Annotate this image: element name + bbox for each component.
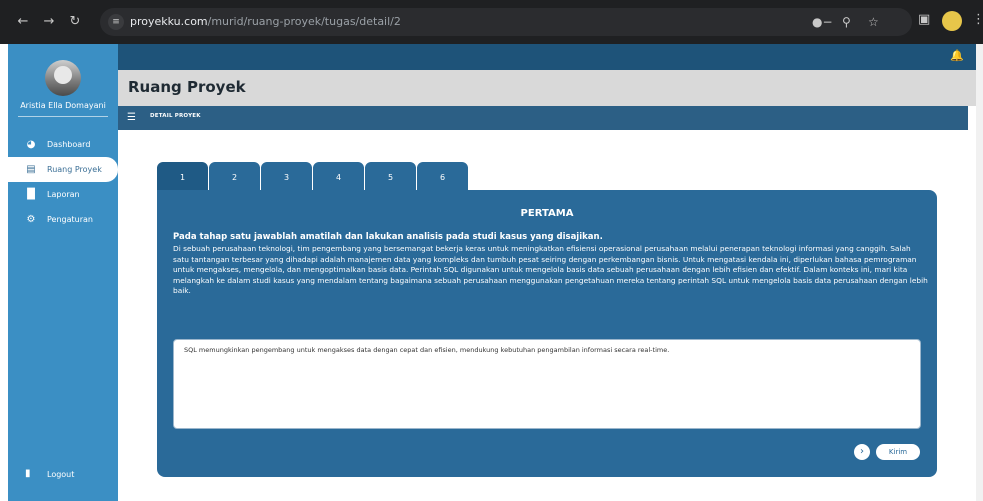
- sidebar-item-laporan[interactable]: █ Laporan: [8, 182, 118, 207]
- section-header: ☰ DETAIL PROYEK: [118, 106, 968, 130]
- tab-1[interactable]: 1: [157, 162, 208, 192]
- document-icon: ▤: [26, 164, 36, 175]
- tab-4[interactable]: 4: [313, 162, 364, 192]
- tab-5[interactable]: 5: [365, 162, 416, 192]
- tab-6[interactable]: 6: [417, 162, 468, 192]
- sidebar-item-ruang-proyek[interactable]: ▤ Ruang Proyek: [8, 157, 118, 182]
- more-menu-icon[interactable]: ⋮: [972, 12, 983, 27]
- back-icon[interactable]: ←: [14, 13, 32, 31]
- sidebar-item-label: Dashboard: [47, 140, 91, 149]
- url-host: proyekku.com: [130, 15, 208, 28]
- answer-textarea[interactable]: SQL memungkinkan pengembang untuk mengak…: [173, 339, 921, 429]
- list-icon: ☰: [127, 112, 136, 123]
- sidebar-item-dashboard[interactable]: ◕ Dashboard: [8, 132, 118, 157]
- browser-profile-avatar[interactable]: [942, 11, 962, 31]
- browser-toolbar: ← → ↻ ≡ proyekku.com/murid/ruang-proyek/…: [0, 0, 983, 44]
- section-label: DETAIL PROYEK: [150, 113, 201, 119]
- sidebar-item-label: Laporan: [47, 190, 80, 199]
- sidebar: Aristia Ella Domayani ◕ Dashboard ▤ Ruan…: [8, 44, 118, 501]
- scrollbar[interactable]: [976, 44, 983, 501]
- extensions-icon[interactable]: ▣: [918, 12, 930, 27]
- gauge-icon: ◕: [26, 139, 36, 150]
- logout-icon: ▮: [25, 468, 31, 479]
- bookmark-star-icon[interactable]: ☆: [868, 15, 879, 29]
- zoom-icon[interactable]: ⚲: [842, 15, 851, 29]
- url-text[interactable]: proyekku.com/murid/ruang-proyek/tugas/de…: [130, 15, 401, 28]
- top-navbar: 🔔: [118, 44, 976, 70]
- password-key-icon[interactable]: ●−: [812, 15, 833, 29]
- sidebar-menu: ◕ Dashboard ▤ Ruang Proyek █ Laporan ⚙ P…: [8, 132, 118, 232]
- page-header: Ruang Proyek: [118, 70, 976, 106]
- panel-title: PERTAMA: [520, 208, 574, 219]
- case-study-text: Di sebuah perusahaan teknologi, tim peng…: [173, 244, 928, 296]
- step-tabs: 1 2 3 4 5 6: [157, 162, 469, 192]
- task-panel: PERTAMA Pada tahap satu jawablah amatila…: [157, 190, 937, 477]
- question-text: Pada tahap satu jawablah amatilah dan la…: [173, 232, 603, 242]
- chart-icon: █: [27, 189, 35, 200]
- avatar: [45, 60, 81, 96]
- forward-icon[interactable]: →: [40, 13, 58, 31]
- sidebar-item-pengaturan[interactable]: ⚙ Pengaturan: [8, 207, 118, 232]
- submit-button[interactable]: Kirim: [876, 444, 920, 460]
- sidebar-item-label: Pengaturan: [47, 215, 93, 224]
- chevron-right-icon: ›: [860, 446, 864, 457]
- gear-icon: ⚙: [26, 214, 36, 225]
- user-name: Aristia Ella Domayani: [20, 101, 106, 110]
- address-bar[interactable]: ≡ proyekku.com/murid/ruang-proyek/tugas/…: [100, 8, 912, 36]
- site-settings-icon[interactable]: ≡: [108, 14, 124, 30]
- url-path: /murid/ruang-proyek/tugas/detail/2: [207, 15, 401, 28]
- reload-icon[interactable]: ↻: [66, 13, 84, 31]
- tab-3[interactable]: 3: [261, 162, 312, 192]
- logout-button[interactable]: ▮ Logout: [25, 468, 74, 480]
- sidebar-item-label: Ruang Proyek: [47, 165, 102, 174]
- tab-2[interactable]: 2: [209, 162, 260, 192]
- bell-icon[interactable]: 🔔: [950, 49, 964, 62]
- page-title: Ruang Proyek: [128, 78, 246, 96]
- logout-label: Logout: [47, 469, 75, 479]
- divider: [18, 116, 108, 117]
- next-button[interactable]: ›: [854, 444, 870, 460]
